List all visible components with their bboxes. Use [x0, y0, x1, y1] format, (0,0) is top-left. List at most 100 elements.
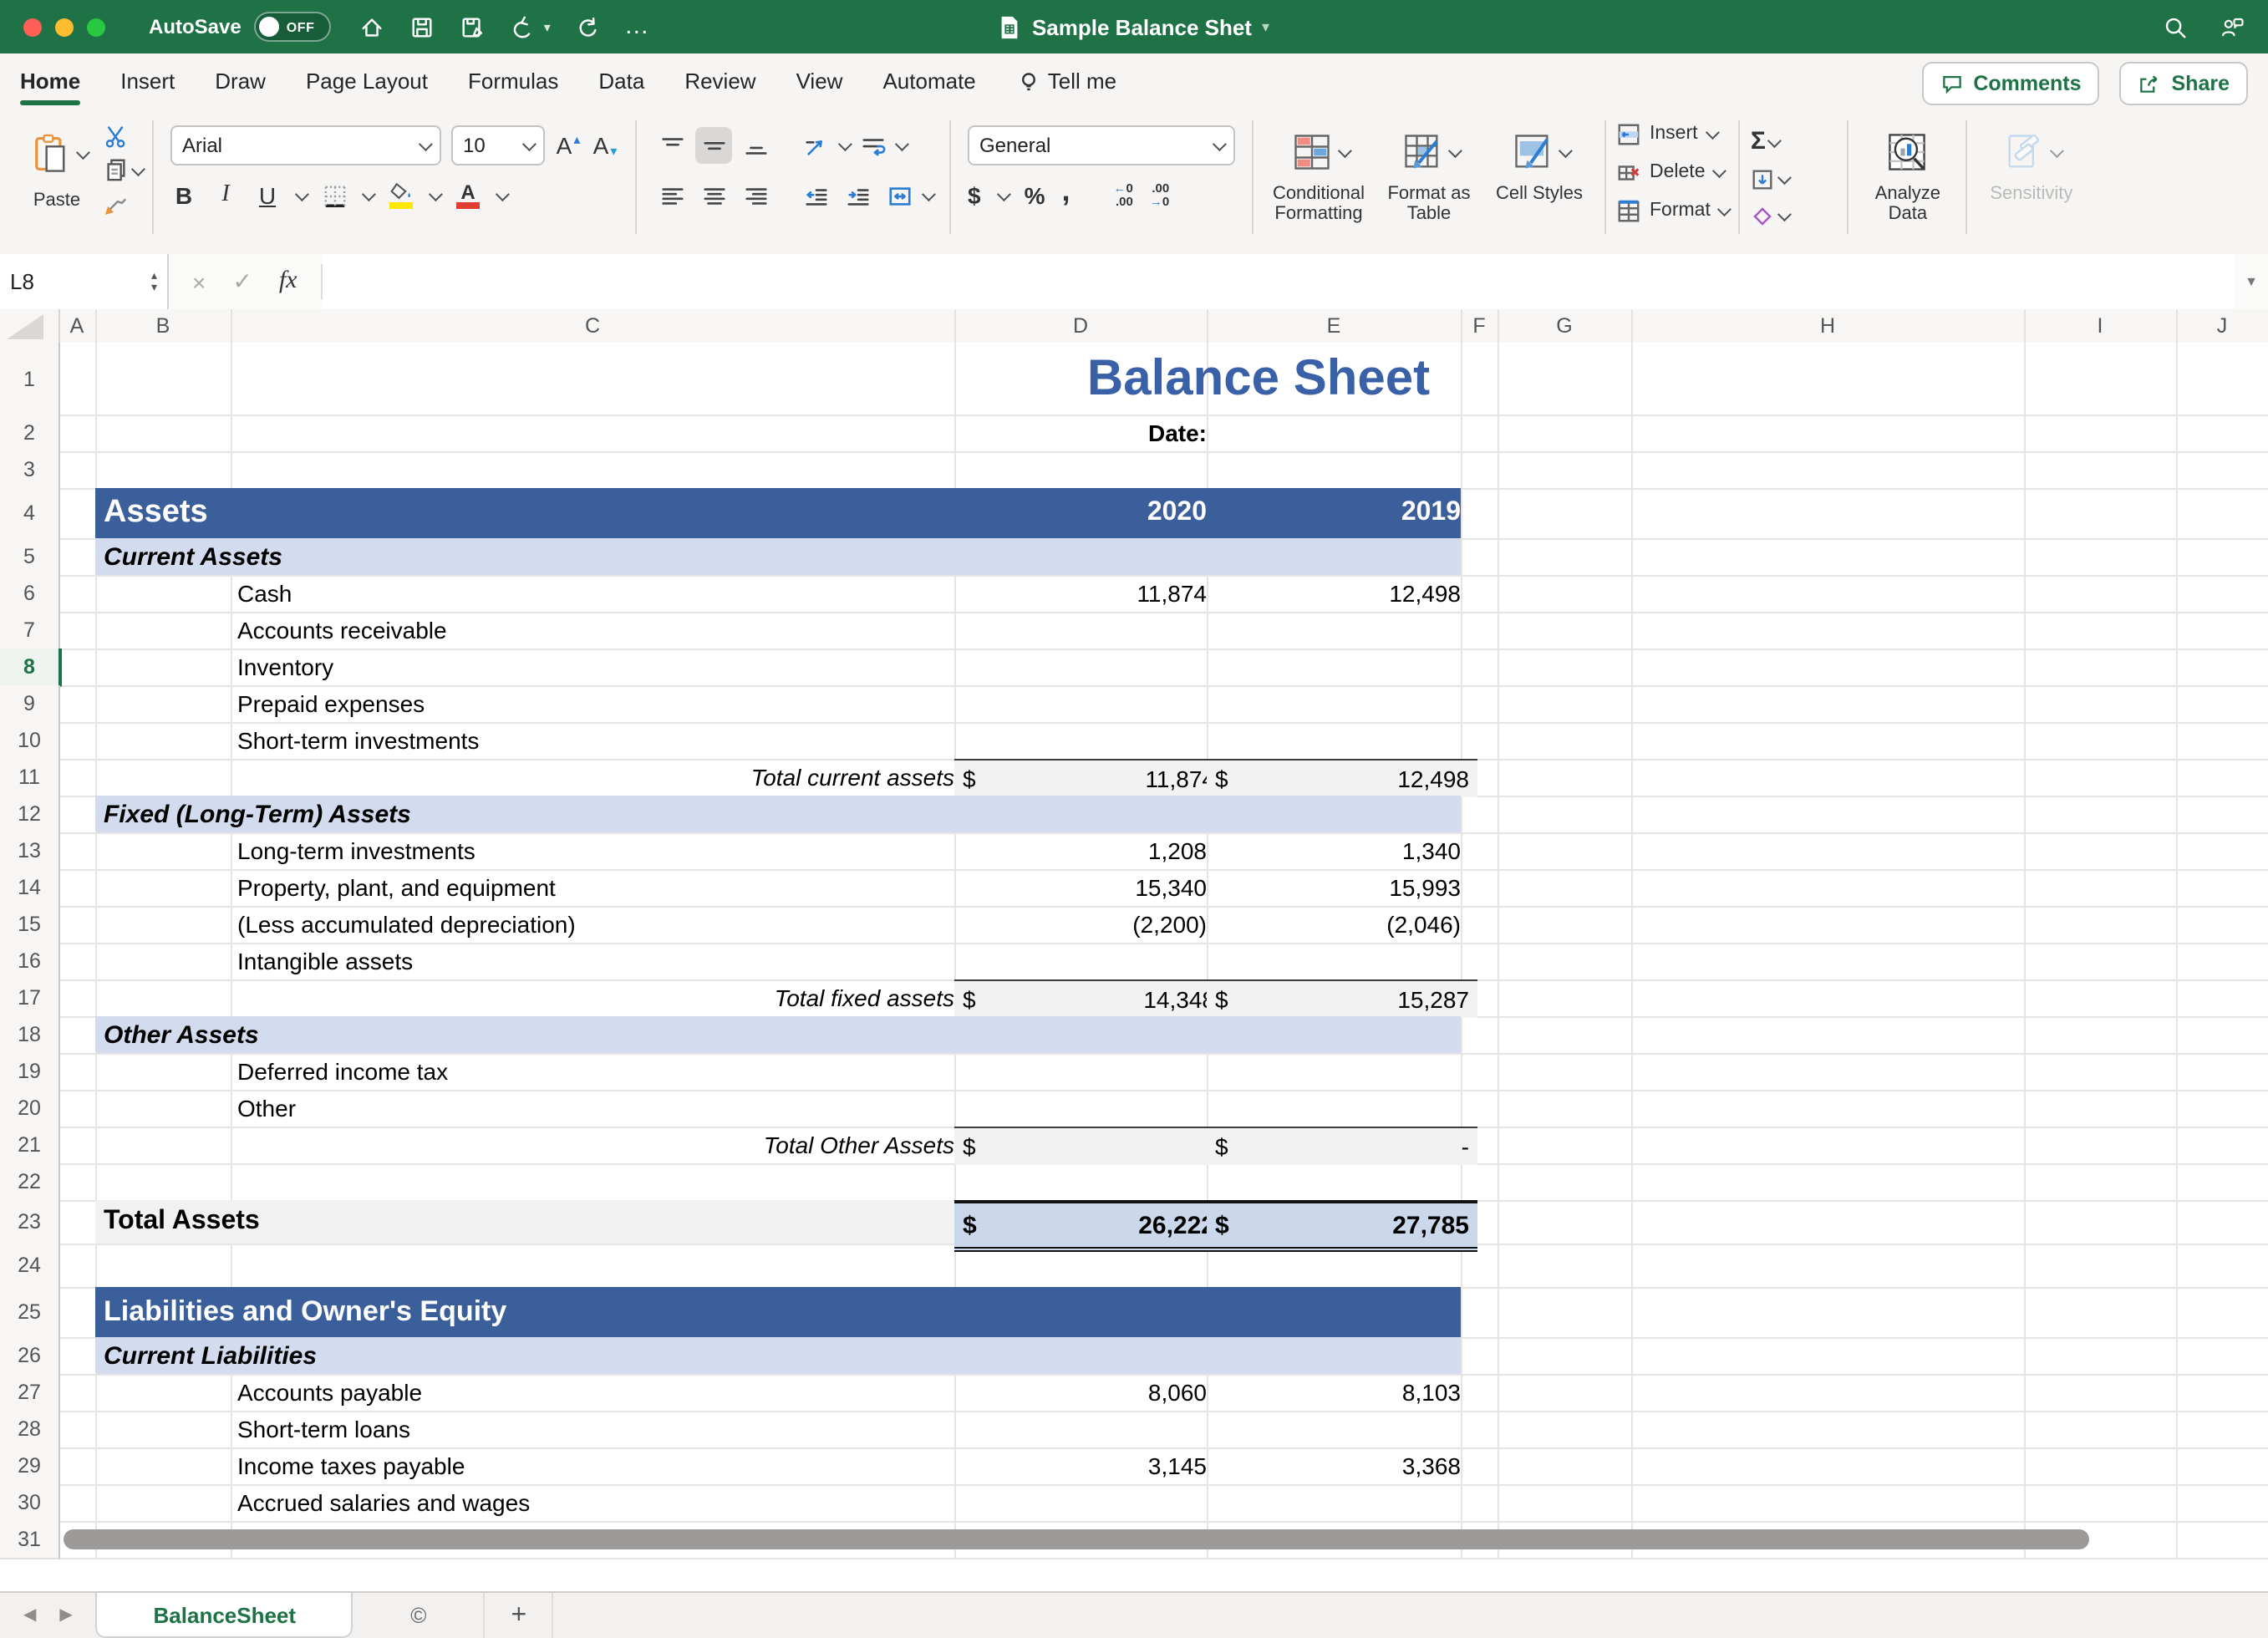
comma-format-button[interactable]: , [1062, 182, 1070, 199]
format-painter-button[interactable] [104, 191, 142, 216]
format-as-table-button[interactable]: Format as Table [1374, 120, 1484, 224]
borders-button[interactable] [321, 177, 348, 214]
minimize-window-button[interactable] [55, 18, 74, 36]
line-item-label[interactable]: Accounts payable [231, 1374, 961, 1411]
row-header-7[interactable]: 7 [0, 612, 60, 650]
section-label[interactable]: Current Assets [95, 538, 806, 575]
row-header-31[interactable]: 31 [0, 1521, 60, 1559]
line-item-label[interactable]: Short-term loans [231, 1411, 961, 1447]
value-2019[interactable]: (2,046) [1207, 906, 1469, 943]
ribbon-tab-page-layout[interactable]: Page Layout [306, 53, 428, 110]
wrap-text-menu-chevron[interactable] [895, 137, 909, 151]
line-item-label[interactable]: Prepaid expenses [231, 685, 961, 722]
value-2019[interactable]: 12,498 [1207, 575, 1469, 612]
search-icon[interactable] [2161, 13, 2188, 40]
currency-menu-chevron[interactable] [997, 187, 1011, 201]
font-size-select[interactable]: 10 [451, 125, 545, 165]
undo-menu-chevron[interactable]: ▾ [544, 19, 551, 34]
bold-button[interactable]: B [170, 177, 197, 214]
liabilities-header-label[interactable]: Liabilities and Owner's Equity [95, 1287, 939, 1337]
section-label[interactable]: Current Liabilities [95, 1337, 806, 1374]
ribbon-tab-review[interactable]: Review [684, 53, 755, 110]
share-button[interactable]: Share [2120, 62, 2249, 105]
underline-menu-chevron[interactable] [295, 187, 309, 201]
row-header-22[interactable]: 22 [0, 1163, 60, 1202]
autosave-toggle[interactable]: OFF [255, 12, 332, 42]
undo-icon[interactable] [509, 13, 536, 40]
row-header-23[interactable]: 23 [0, 1200, 60, 1245]
name-box-stepper[interactable]: ▴▾ [151, 270, 157, 293]
ribbon-tab-tell-me[interactable]: Tell me [1016, 53, 1116, 110]
line-item-label[interactable]: Other [231, 1090, 961, 1127]
document-title-area[interactable]: Sample Balance Shet ▾ [0, 0, 2268, 53]
date-label[interactable]: Date: [954, 415, 1213, 451]
analyze-data-button[interactable]: Analyze Data [1859, 120, 1956, 224]
cell-styles-chevron[interactable] [1558, 144, 1572, 158]
row-header-16[interactable]: 16 [0, 943, 60, 981]
merge-center-button[interactable] [881, 177, 918, 214]
increase-decimal-button[interactable]: ←0.00 [1114, 182, 1133, 209]
line-item-label[interactable]: Income taxes payable [231, 1447, 961, 1484]
row-header-29[interactable]: 29 [0, 1447, 60, 1486]
sheet-title[interactable]: Balance Sheet [954, 343, 1563, 415]
percent-format-button[interactable]: % [1025, 182, 1045, 209]
row-header-2[interactable]: 2 [0, 415, 60, 453]
column-header-E[interactable]: E [1207, 309, 1462, 343]
subtotal-label[interactable]: Total fixed assets [231, 979, 964, 1016]
increase-indent-button[interactable] [839, 177, 876, 214]
column-header-A[interactable]: A [58, 309, 97, 343]
horizontal-scrollbar[interactable] [64, 1529, 2089, 1549]
value-2020[interactable]: 3,145 [954, 1447, 1215, 1484]
sheet-tab-secondary[interactable]: © [353, 1593, 486, 1638]
row-header-11[interactable]: 11 [0, 759, 60, 797]
cancel-entry-icon[interactable]: × [192, 268, 206, 295]
column-header-B[interactable]: B [95, 309, 232, 343]
ribbon-tab-home[interactable]: Home [20, 53, 80, 110]
decrease-decimal-button[interactable]: .00→0 [1150, 182, 1169, 209]
ribbon-tab-data[interactable]: Data [598, 53, 644, 110]
line-item-label[interactable]: Accounts receivable [231, 612, 961, 649]
row-header-17[interactable]: 17 [0, 979, 60, 1018]
line-item-label[interactable]: Cash [231, 575, 961, 612]
formula-input[interactable] [323, 254, 2235, 309]
ribbon-tab-insert[interactable]: Insert [120, 53, 175, 110]
confirm-entry-icon[interactable]: ✓ [232, 267, 252, 296]
row-header-5[interactable]: 5 [0, 538, 60, 577]
name-box[interactable]: L8 ▴▾ [0, 254, 169, 309]
column-header-C[interactable]: C [231, 309, 956, 343]
cell-styles-button[interactable]: Cell Styles [1484, 120, 1594, 224]
row-header-25[interactable]: 25 [0, 1287, 60, 1339]
redo-icon[interactable] [574, 13, 601, 40]
orientation-button[interactable] [797, 127, 834, 164]
format-cells-button[interactable]: Format [1616, 194, 1729, 227]
value-2020[interactable]: 8,060 [954, 1374, 1215, 1411]
column-header-J[interactable]: J [2176, 309, 2268, 343]
row-header-15[interactable]: 15 [0, 906, 60, 944]
number-format-select[interactable]: General [968, 125, 1235, 165]
row-header-1[interactable]: 1 [0, 343, 60, 416]
share-person-icon[interactable] [2218, 13, 2245, 40]
row-header-27[interactable]: 27 [0, 1374, 60, 1412]
currency-format-button[interactable]: $ [968, 182, 981, 209]
conditional-formatting-button[interactable]: Conditional Formatting [1264, 120, 1374, 224]
underline-button[interactable]: U [254, 177, 281, 214]
subtotal-label[interactable]: Total Other Assets [231, 1127, 964, 1163]
line-item-label[interactable]: Short-term investments [231, 722, 961, 759]
font-name-select[interactable]: Arial [170, 125, 441, 165]
italic-button[interactable]: I [212, 177, 239, 214]
row-header-20[interactable]: 20 [0, 1090, 60, 1128]
row-header-8[interactable]: 8 [0, 649, 62, 687]
value-2019[interactable]: 3,368 [1207, 1447, 1469, 1484]
total-assets-label[interactable]: Total Assets [95, 1200, 963, 1244]
select-all-corner[interactable] [0, 309, 60, 343]
row-header-26[interactable]: 26 [0, 1337, 60, 1376]
prev-sheet-arrow[interactable]: ◀ [23, 1606, 36, 1625]
ribbon-tab-formulas[interactable]: Formulas [468, 53, 558, 110]
insert-cells-button[interactable]: Insert [1616, 117, 1729, 150]
line-item-label[interactable]: Inventory [231, 649, 961, 685]
formula-bar-expand-chevron[interactable]: ▼ [2235, 254, 2268, 309]
wrap-text-button[interactable] [854, 127, 891, 164]
row-header-13[interactable]: 13 [0, 832, 60, 871]
value-2019[interactable]: 1,340 [1207, 832, 1469, 869]
font-color-button[interactable]: A [455, 177, 481, 214]
